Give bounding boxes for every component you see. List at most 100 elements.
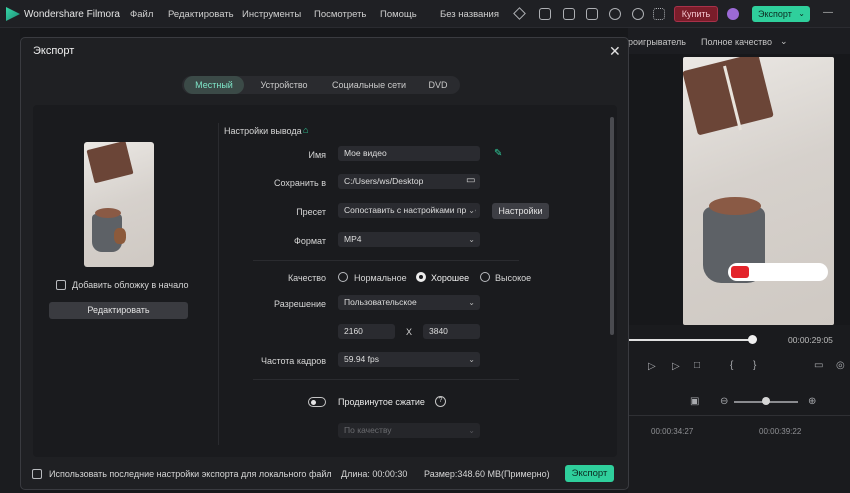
save-path-field[interactable]: C:/Users/ws/Desktop	[338, 174, 480, 189]
menu-file[interactable]: Файл	[130, 9, 153, 20]
timeline-panel: 00:00:29:05 ▷ ▷ □ { } ▭ ◎ ▣ ⊖ ⊕ 00:00:34…	[628, 325, 850, 493]
quality-good-radio[interactable]	[416, 272, 426, 282]
play-icon[interactable]: ▷	[648, 362, 656, 372]
player-label: роигрыватель	[628, 37, 686, 47]
gingerbread-shape	[114, 228, 126, 244]
progress-track	[628, 339, 754, 341]
play-icon[interactable]: ▷	[672, 362, 680, 372]
menu-tools[interactable]: Инструменты	[242, 9, 301, 20]
gift-box-shape	[683, 57, 774, 136]
quality-normal-radio[interactable]	[338, 272, 348, 282]
section-divider	[253, 260, 519, 261]
save-icon[interactable]	[586, 8, 598, 20]
framerate-label: Частота кадров	[260, 356, 326, 366]
gift-box-shape	[86, 142, 134, 184]
avatar[interactable]	[727, 8, 739, 20]
app-name: Wondershare Filmora	[24, 9, 120, 20]
zoom-handle[interactable]	[762, 397, 770, 405]
quality-select[interactable]: Полное качество	[701, 37, 772, 47]
export-button[interactable]: Экспорт	[565, 465, 614, 482]
close-icon[interactable]: ✕	[609, 43, 621, 60]
zoom-out-icon[interactable]: ⊖	[720, 397, 728, 407]
chevron-down-icon: ⌄	[468, 235, 475, 244]
save-to-label: Сохранить в	[273, 178, 326, 188]
name-label: Имя	[308, 150, 326, 160]
chevron-down-icon: ⌄	[466, 203, 475, 218]
playhead-handle[interactable]	[748, 335, 757, 344]
buy-button[interactable]: Купить	[674, 6, 718, 22]
quality-normal-label: Нормальное	[354, 273, 407, 283]
menu-view[interactable]: Посмотреть	[314, 9, 366, 20]
graduation-cap-icon[interactable]: ⌂	[303, 125, 308, 135]
stop-icon[interactable]: □	[694, 361, 700, 371]
ai-rename-icon[interactable]: ✎	[494, 148, 502, 159]
tab-device[interactable]: Устройство	[248, 76, 320, 94]
resolution-select[interactable]: Пользовательское ⌄	[338, 295, 480, 310]
dialog-title: Экспорт	[33, 45, 75, 57]
compression-mode-value: По качеству	[344, 425, 392, 435]
menu-edit[interactable]: Редактировать	[168, 9, 234, 20]
framerate-select[interactable]: 59.94 fps ⌄	[338, 352, 480, 367]
snapshot-icon[interactable]: ◎	[836, 361, 845, 371]
left-panel	[0, 28, 20, 493]
format-select[interactable]: MP4 ⌄	[338, 232, 480, 247]
project-title: Без названия	[440, 9, 500, 20]
duration-info: Длина: 00:00:30	[341, 469, 408, 479]
use-last-settings-label: Использовать последние настройки экспорт…	[49, 469, 332, 479]
minimize-icon[interactable]: —	[823, 8, 833, 18]
tab-local[interactable]: Местный	[184, 76, 244, 94]
timecode: 00:00:29:05	[788, 335, 833, 345]
menu-help[interactable]: Помощь	[380, 9, 417, 20]
cloud-upload-icon[interactable]	[539, 8, 551, 20]
advanced-compression-toggle[interactable]	[308, 397, 326, 407]
preset-value: Сопоставить с настройками прое	[344, 205, 476, 215]
zoom-in-icon[interactable]: ⊕	[808, 397, 816, 407]
mark-out-icon[interactable]: }	[753, 361, 756, 371]
chevron-down-icon: ⌄	[798, 9, 805, 18]
layout-icon[interactable]	[563, 8, 575, 20]
edit-cover-button[interactable]: Редактировать	[49, 302, 188, 319]
name-field[interactable]: Мое видео	[338, 146, 480, 161]
preset-settings-button[interactable]: Настройки	[492, 203, 549, 219]
help-icon[interactable]: ?	[435, 396, 446, 407]
compression-mode-select: По качеству ⌄	[338, 423, 480, 438]
export-top-button[interactable]: Экспорт ⌄	[752, 6, 810, 22]
quality-high-radio[interactable]	[480, 272, 490, 282]
output-settings-title: Настройки вывода	[224, 126, 302, 136]
quality-high-label: Высокое	[495, 273, 532, 283]
x-separator: X	[406, 327, 413, 337]
add-track-icon[interactable]: ▣	[690, 397, 699, 407]
height-field[interactable]: 3840	[423, 324, 480, 339]
add-cover-label: Добавить обложку в начало	[72, 280, 189, 290]
tab-social[interactable]: Социальные сети	[324, 76, 414, 94]
format-label: Формат	[294, 236, 326, 246]
width-field[interactable]: 2160	[338, 324, 395, 339]
title-bar: Wondershare Filmora Файл Редактировать И…	[0, 0, 850, 28]
add-cover-checkbox[interactable]	[56, 280, 66, 290]
monitor-icon[interactable]: ▭	[814, 361, 823, 371]
preset-select[interactable]: Сопоставить с настройками прое ⌄	[338, 203, 480, 218]
chevron-down-icon: ⌄	[468, 426, 475, 435]
cloud-icon[interactable]	[609, 8, 621, 20]
cover-thumbnail	[84, 142, 154, 267]
framerate-value: 59.94 fps	[344, 354, 379, 364]
timeline-mark: 00:00:39:22	[759, 427, 802, 436]
quality-good-label: Хорошее	[431, 273, 470, 283]
advanced-compression-label: Продвинутое сжатие	[338, 397, 425, 407]
column-divider	[218, 123, 219, 445]
section-divider	[253, 379, 519, 380]
folder-icon[interactable]: ▭	[466, 175, 475, 186]
send-icon[interactable]	[513, 7, 526, 20]
use-last-settings-checkbox[interactable]	[32, 469, 42, 479]
settings-scrollbar[interactable]	[610, 117, 614, 335]
chevron-down-icon: ⌄	[468, 355, 475, 364]
headset-icon[interactable]	[632, 8, 644, 20]
timeline-mark: 00:00:34:27	[651, 427, 694, 436]
cocoa-shape	[709, 197, 761, 215]
export-top-label: Экспорт	[758, 9, 792, 19]
chevron-down-icon: ⌄	[468, 298, 475, 307]
mark-in-icon[interactable]: {	[730, 361, 733, 371]
tab-dvd[interactable]: DVD	[418, 76, 458, 94]
apps-grid-icon[interactable]	[653, 8, 665, 20]
subscribe-badge	[728, 263, 828, 281]
